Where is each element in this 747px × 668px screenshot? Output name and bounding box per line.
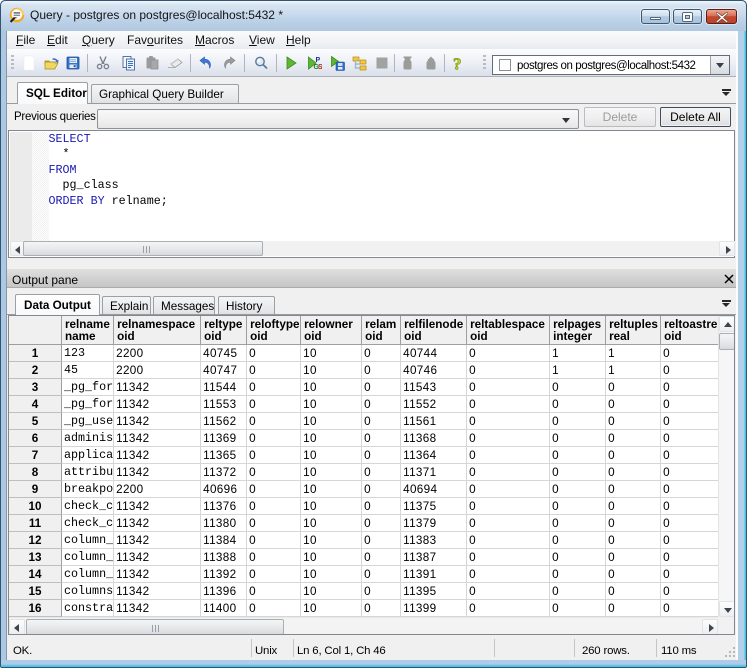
svg-text:P: P [316, 57, 321, 64]
svg-text:?: ? [453, 55, 462, 71]
svg-text:S: S [318, 64, 322, 71]
